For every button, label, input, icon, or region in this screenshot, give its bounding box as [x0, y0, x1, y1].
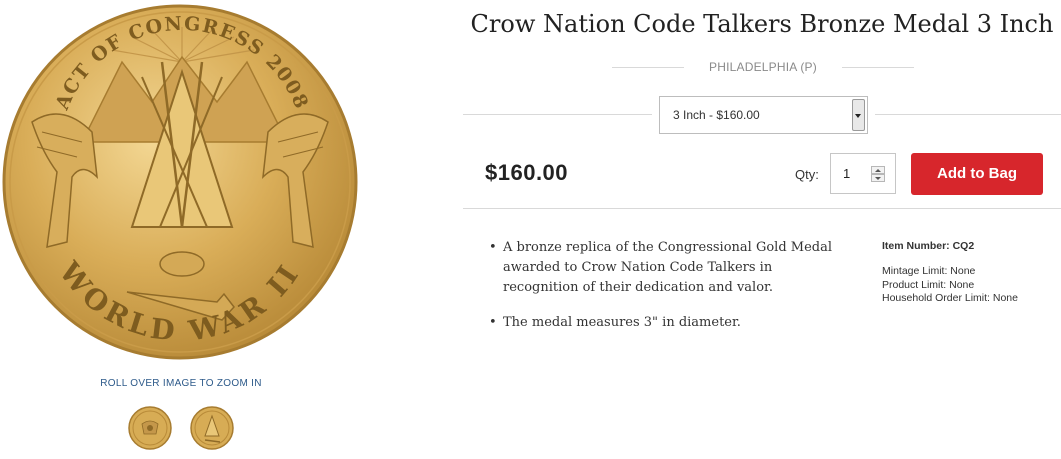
chevron-down-icon[interactable]: [852, 99, 865, 131]
description-item: A bronze replica of the Congressional Go…: [489, 238, 834, 298]
product-limit: Product Limit: None: [882, 278, 975, 291]
size-option-select[interactable]: 3 Inch - $160.00: [659, 96, 868, 134]
item-number: Item Number: CQ2: [882, 240, 975, 252]
quantity-label: Qty:: [795, 167, 819, 182]
medal-reverse-thumb[interactable]: [190, 406, 234, 450]
zoom-hint: ROLL OVER IMAGE TO ZOOM IN: [100, 378, 262, 389]
medal-obverse-thumb[interactable]: [128, 406, 172, 450]
medal-main-image[interactable]: ACT OF CONGRESS 2008 WORLD WAR II: [2, 2, 358, 362]
add-to-bag-button[interactable]: Add to Bag: [911, 153, 1043, 195]
decrement-arrow-icon[interactable]: [871, 174, 885, 182]
product-description: A bronze replica of the Congressional Go…: [489, 238, 834, 348]
mint-location-row: PHILADELPHIA (P): [612, 59, 914, 77]
option-divider-right: [875, 114, 1061, 115]
product-price: $160.00: [485, 160, 569, 185]
quantity-value[interactable]: 1: [843, 166, 850, 181]
option-divider-left: [463, 114, 652, 115]
mintage-limit: Mintage Limit: None: [882, 265, 976, 277]
size-option-value: 3 Inch - $160.00: [673, 108, 760, 122]
product-title: Crow Nation Code Talkers Bronze Medal 3 …: [470, 10, 1054, 38]
product-gallery: ACT OF CONGRESS 2008 WORLD WAR II ROLL O…: [0, 0, 360, 459]
quantity-spinner[interactable]: [871, 166, 885, 182]
description-item: The medal measures 3" in diameter.: [489, 313, 834, 333]
quantity-stepper[interactable]: 1: [830, 153, 896, 194]
details-divider: [463, 208, 1061, 209]
household-order-limit: Household Order Limit: None: [882, 292, 1018, 304]
mint-divider-right: [842, 67, 914, 68]
increment-arrow-icon[interactable]: [871, 166, 885, 174]
product-specs: Item Number: CQ2 Mintage Limit: None Pro…: [882, 240, 1061, 306]
